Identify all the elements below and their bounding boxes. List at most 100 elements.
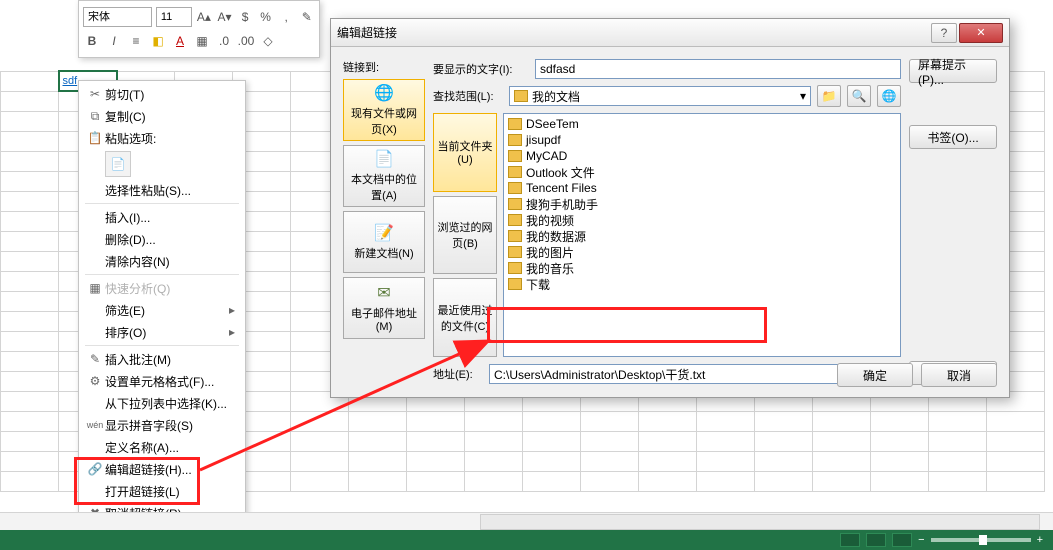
bookmark-button[interactable]: 书签(O)...	[909, 125, 997, 149]
browse-folder-dropdown[interactable]: 我的文档▾	[509, 86, 811, 106]
ctx-sort[interactable]: 排序(O)▸	[79, 321, 245, 343]
ctx-copy[interactable]: ⧉复制(C)	[79, 105, 245, 127]
folder-icon	[508, 246, 522, 258]
dialog-titlebar[interactable]: 编辑超链接 ? ✕	[331, 19, 1009, 47]
align-icon[interactable]: ≡	[127, 32, 145, 50]
browse-file-button[interactable]: 🔍	[847, 85, 871, 107]
folder-icon	[508, 214, 522, 226]
tab-current-folder[interactable]: 当前文件夹(U)	[433, 113, 497, 192]
view-pagebreak-icon[interactable]	[892, 533, 912, 547]
format-painter-icon[interactable]: ✎	[298, 8, 315, 26]
folder-icon	[508, 230, 522, 242]
file-item[interactable]: 我的图片	[506, 244, 898, 260]
tab-browsed-pages[interactable]: 浏览过的网页(B)	[433, 196, 497, 275]
help-button[interactable]: ?	[931, 23, 957, 43]
bold-icon[interactable]: B	[83, 32, 101, 50]
scissors-icon: ✂	[85, 87, 105, 101]
link-to-label: 链接到:	[343, 59, 425, 75]
ctx-show-pinyin[interactable]: wén显示拼音字段(S)	[79, 414, 245, 436]
screen-tip-button[interactable]: 屏幕提示(P)...	[909, 59, 997, 83]
file-item[interactable]: jisupdf	[506, 132, 898, 148]
ctx-paste-special[interactable]: 选择性粘贴(S)...	[79, 179, 245, 201]
format-icon: ⚙	[85, 374, 105, 388]
pinyin-icon: wén	[85, 420, 105, 430]
ok-button[interactable]: 确定	[837, 363, 913, 387]
file-item[interactable]: Outlook 文件	[506, 164, 898, 180]
link-opt-this-doc[interactable]: 📄本文档中的位置(A)	[343, 145, 425, 207]
link-opt-new-doc[interactable]: 📝新建文档(N)	[343, 211, 425, 273]
view-layout-icon[interactable]	[866, 533, 886, 547]
ctx-insert-comment[interactable]: ✎插入批注(M)	[79, 348, 245, 370]
decimal-inc-icon[interactable]: .0	[215, 32, 233, 50]
quick-analysis-icon: ▦	[85, 281, 105, 295]
context-menu: ✂剪切(T) ⧉复制(C) 📋粘贴选项: 📄 选择性粘贴(S)... 插入(I)…	[78, 80, 246, 527]
horizontal-scrollbar[interactable]	[480, 514, 1040, 530]
file-item[interactable]: Tencent Files	[506, 180, 898, 196]
hyperlink-icon: 🔗	[85, 462, 105, 476]
document-icon: 📄	[374, 149, 394, 169]
chevron-right-icon: ▸	[229, 325, 235, 339]
ctx-cut[interactable]: ✂剪切(T)	[79, 83, 245, 105]
dialog-title: 编辑超链接	[337, 24, 397, 41]
ctx-paste-options-label: 📋粘贴选项:	[79, 127, 245, 149]
view-normal-icon[interactable]	[840, 533, 860, 547]
file-item[interactable]: 我的数据源	[506, 228, 898, 244]
chevron-right-icon: ▸	[229, 303, 235, 317]
cell-value: sdf	[63, 75, 78, 87]
border-icon[interactable]: ▦	[193, 32, 211, 50]
file-item[interactable]: DSeeTem	[506, 116, 898, 132]
zoom-slider[interactable]	[931, 538, 1031, 542]
ctx-insert[interactable]: 插入(I)...	[79, 206, 245, 228]
file-item[interactable]: MyCAD	[506, 148, 898, 164]
increase-font-icon[interactable]: A▴	[196, 8, 213, 26]
up-folder-button[interactable]: 📁	[817, 85, 841, 107]
ctx-pick-from-list[interactable]: 从下拉列表中选择(K)...	[79, 392, 245, 414]
display-text-input[interactable]	[535, 59, 901, 79]
edit-hyperlink-dialog: 编辑超链接 ? ✕ 链接到: 🌐现有文件或网页(X) 📄本文档中的位置(A) 📝…	[330, 18, 1010, 398]
close-button[interactable]: ✕	[959, 23, 1003, 43]
paste-option-button[interactable]: 📄	[105, 151, 131, 177]
file-list[interactable]: DSeeTemjisupdfMyCADOutlook 文件Tencent Fil…	[503, 113, 901, 357]
new-doc-icon: 📝	[374, 223, 394, 243]
link-to-panel: 链接到: 🌐现有文件或网页(X) 📄本文档中的位置(A) 📝新建文档(N) ✉电…	[343, 59, 425, 385]
font-color-icon[interactable]: A	[171, 32, 189, 50]
italic-icon[interactable]: I	[105, 32, 123, 50]
question-icon: ?	[941, 26, 948, 40]
fill-color-icon[interactable]: ◧	[149, 32, 167, 50]
clear-format-icon[interactable]: ◇	[259, 32, 277, 50]
comma-format-icon[interactable]: ,	[278, 8, 295, 26]
decimal-dec-icon[interactable]: .00	[237, 32, 255, 50]
accounting-format-icon[interactable]: $	[237, 8, 254, 26]
ctx-edit-hyperlink[interactable]: 🔗编辑超链接(H)...	[79, 458, 245, 480]
folder-icon	[514, 90, 528, 102]
clipboard-icon: 📋	[85, 131, 105, 145]
browse-web-button[interactable]: 🌐	[877, 85, 901, 107]
address-input[interactable]	[489, 364, 871, 384]
ctx-define-name[interactable]: 定义名称(A)...	[79, 436, 245, 458]
link-opt-file-web[interactable]: 🌐现有文件或网页(X)	[343, 79, 425, 141]
folder-icon	[508, 150, 522, 162]
file-item[interactable]: 我的视频	[506, 212, 898, 228]
ctx-clear[interactable]: 清除内容(N)	[79, 250, 245, 272]
close-icon: ✕	[976, 26, 985, 39]
tab-recent-files[interactable]: 最近使用过的文件(C)	[433, 278, 497, 357]
display-text-label: 要显示的文字(I):	[433, 61, 529, 77]
percent-format-icon[interactable]: %	[257, 8, 274, 26]
folder-icon	[508, 182, 522, 194]
cancel-button[interactable]: 取消	[921, 363, 997, 387]
ctx-delete[interactable]: 删除(D)...	[79, 228, 245, 250]
file-item[interactable]: 下载	[506, 276, 898, 292]
ctx-format-cells[interactable]: ⚙设置单元格格式(F)...	[79, 370, 245, 392]
browse-label: 查找范围(L):	[433, 88, 503, 104]
ctx-open-hyperlink[interactable]: 打开超链接(L)	[79, 480, 245, 502]
file-item[interactable]: 我的音乐	[506, 260, 898, 276]
decrease-font-icon[interactable]: A▾	[216, 8, 233, 26]
link-opt-email[interactable]: ✉电子邮件地址(M)	[343, 277, 425, 339]
globe-icon: 🌐	[374, 83, 394, 103]
font-select[interactable]: 宋体	[83, 7, 152, 27]
file-item[interactable]: 搜狗手机助手	[506, 196, 898, 212]
folder-icon	[508, 278, 522, 290]
ctx-filter[interactable]: 筛选(E)▸	[79, 299, 245, 321]
chevron-down-icon: ▾	[800, 89, 806, 103]
font-size-select[interactable]: 11	[156, 7, 192, 27]
